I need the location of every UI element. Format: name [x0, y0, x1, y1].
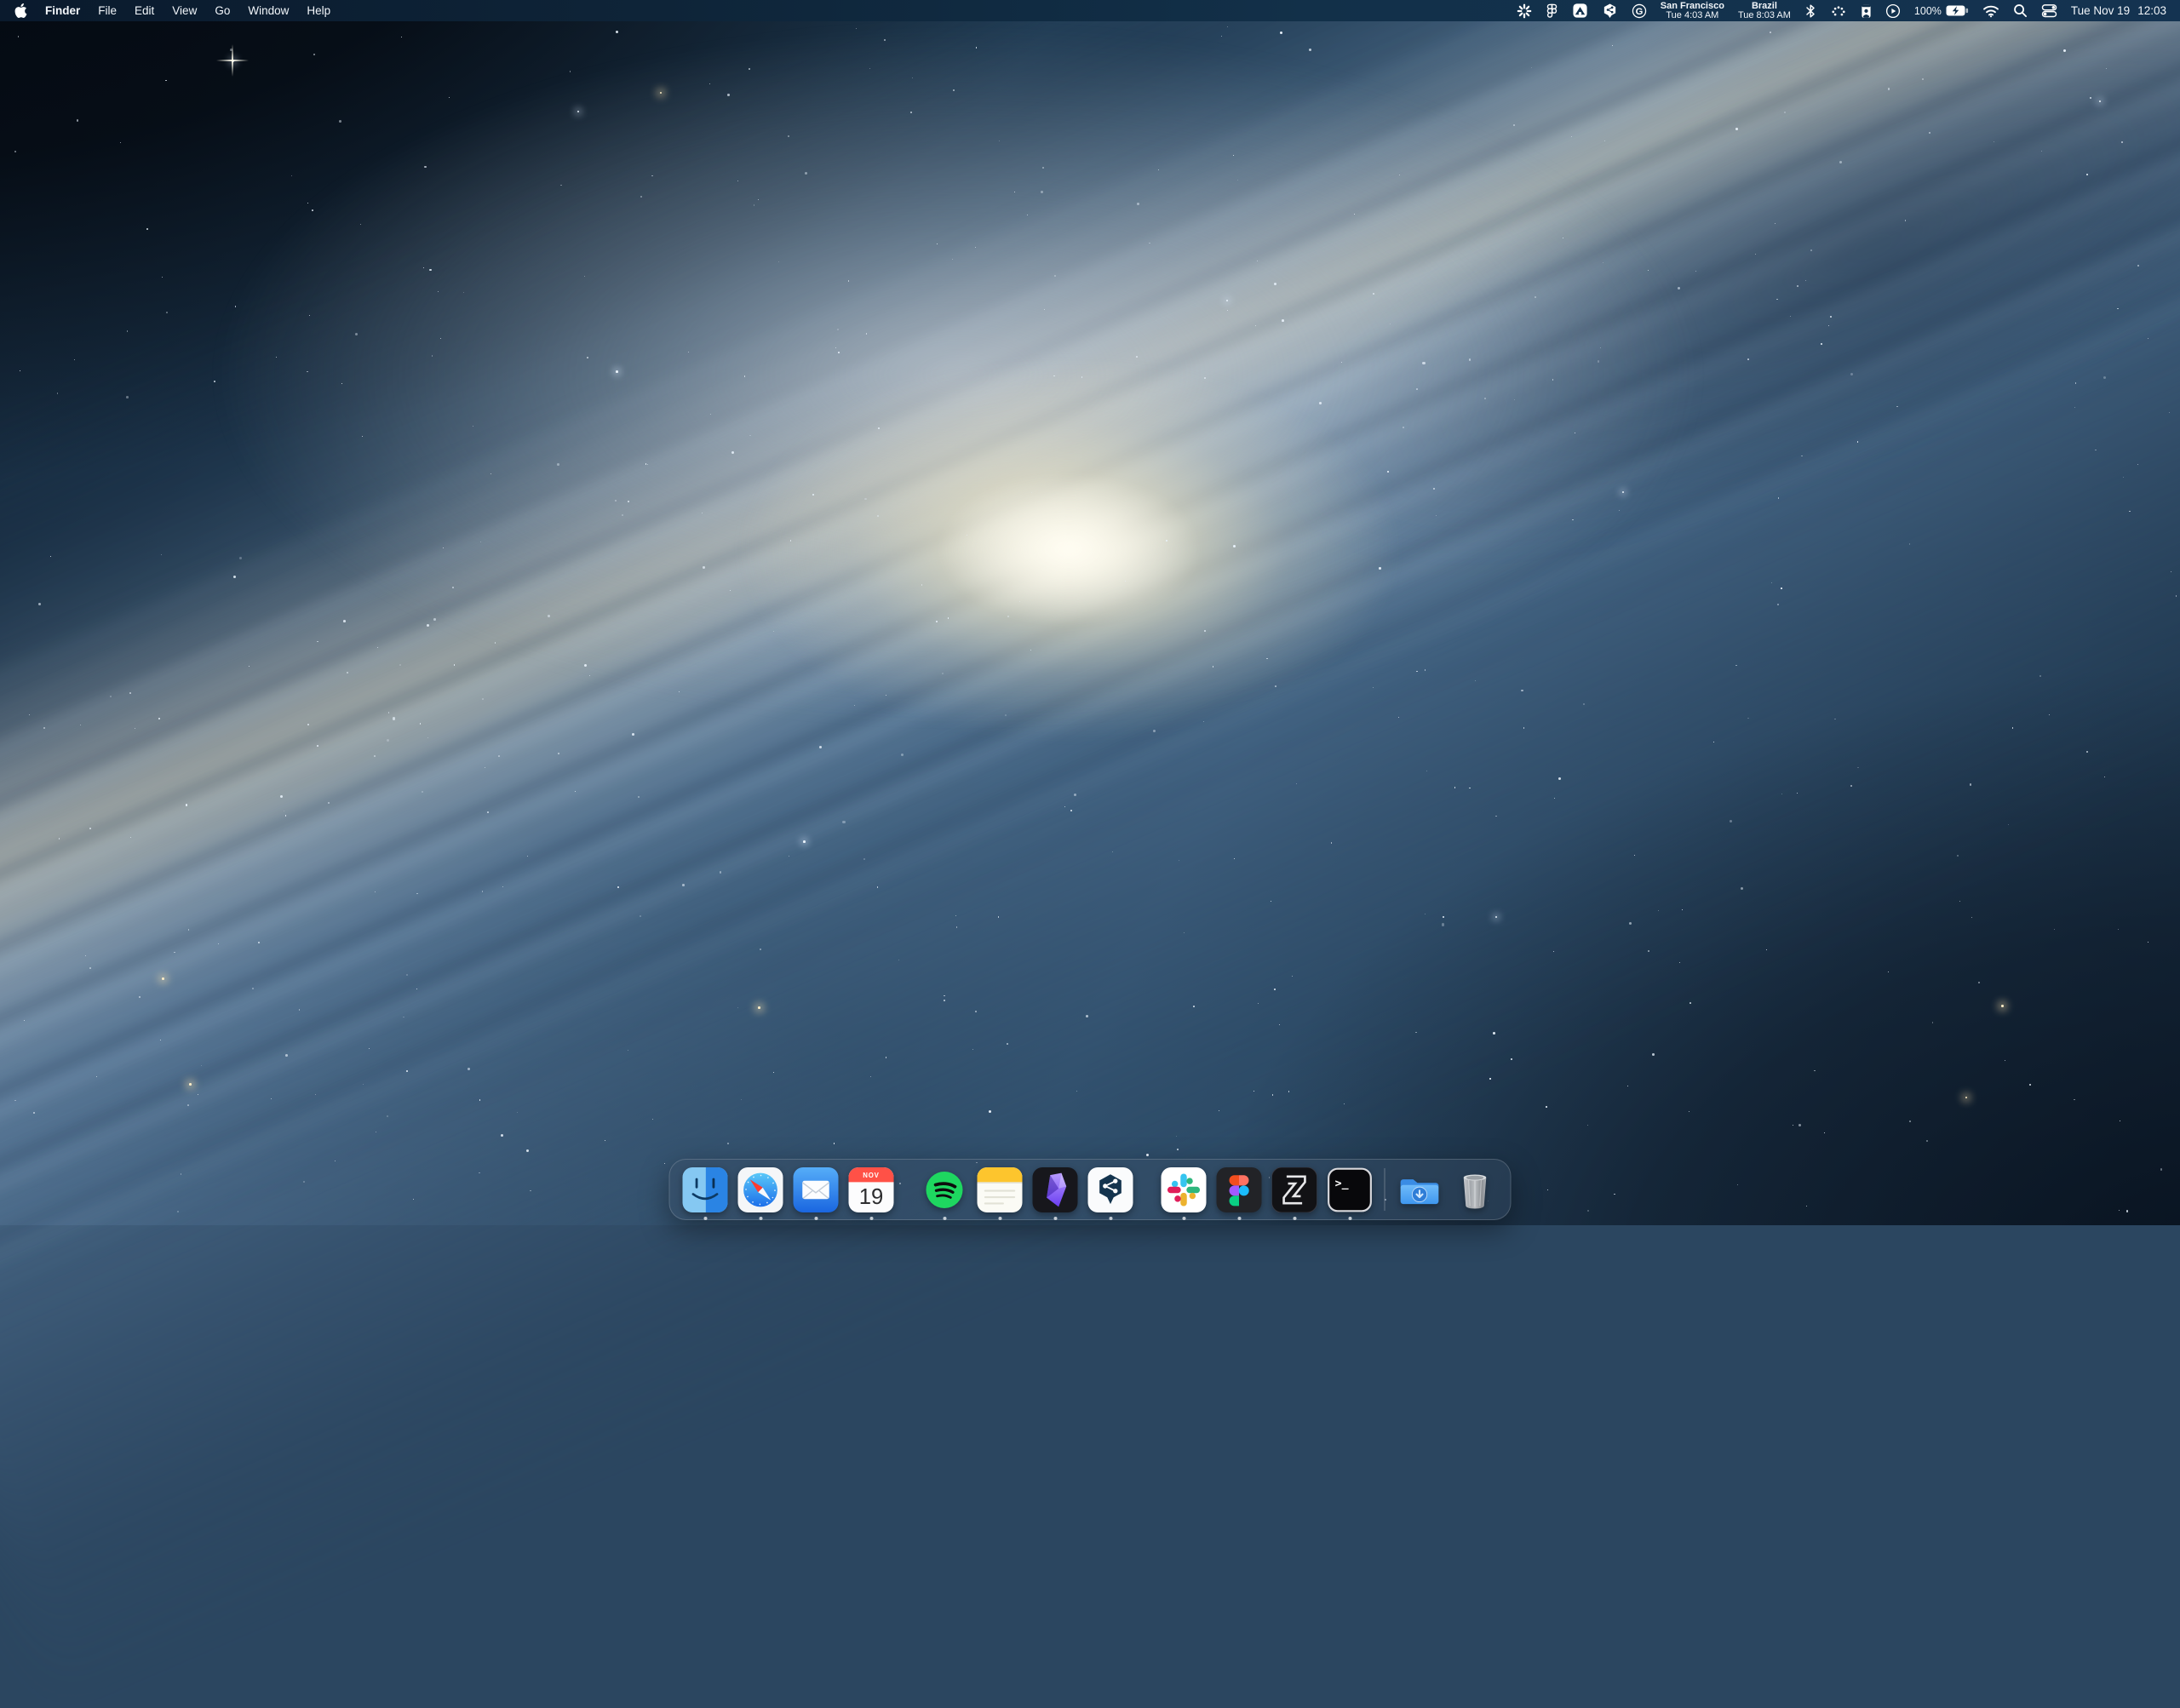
menu-edit[interactable]: Edit [135, 4, 154, 17]
menu-bar-clock[interactable]: Tue Nov 19 12:03 [2071, 4, 2166, 17]
menu-bar-status-area: G San Francisco Tue 4:03 AM Brazil Tue 8… [1517, 2, 2180, 20]
bluetooth-icon[interactable] [1804, 3, 1816, 19]
battery-indicator[interactable]: 100% [1914, 5, 1969, 17]
running-indicator [869, 1217, 873, 1220]
menu-bar-date: Tue Nov 19 [2071, 4, 2130, 17]
dock-app-obsidian[interactable] [1033, 1167, 1078, 1212]
dock-app-slack[interactable] [1162, 1167, 1207, 1212]
svg-text:G: G [1635, 6, 1643, 16]
notes-icon [978, 1167, 1023, 1212]
desktop-wallpaper [0, 0, 2180, 1225]
active-app-menu[interactable]: Finder [45, 4, 80, 17]
menu-bar-left: Finder File Edit View Go Window Help [0, 3, 330, 18]
terminal-icon: >_ [1328, 1167, 1373, 1212]
dock-app-terminal[interactable]: >_ [1328, 1167, 1373, 1212]
finder-icon [683, 1167, 728, 1212]
hexagon-share-icon[interactable] [1602, 3, 1618, 19]
figma-icon [1217, 1167, 1262, 1212]
dock-app-zed[interactable] [1272, 1167, 1317, 1212]
menu-go[interactable]: Go [215, 4, 230, 17]
figma-outline-icon[interactable] [1546, 3, 1558, 19]
running-indicator [703, 1217, 707, 1220]
control-center-icon[interactable] [2041, 3, 2057, 18]
dock-app-finder[interactable] [683, 1167, 728, 1212]
starfield [0, 0, 2180, 1225]
running-indicator [943, 1217, 946, 1220]
g-circle-icon[interactable]: G [1632, 3, 1647, 19]
world-clock-san-francisco[interactable]: San Francisco Tue 4:03 AM [1661, 2, 1724, 20]
downloads-folder-icon [1397, 1167, 1443, 1212]
running-indicator [1348, 1217, 1351, 1220]
battery-icon [1946, 5, 1969, 16]
calendar-icon: NOV 19 [849, 1167, 894, 1212]
spotlight-search-icon[interactable] [2013, 3, 2028, 18]
dock-trash[interactable] [1453, 1167, 1498, 1212]
slack-icon [1162, 1167, 1207, 1212]
menu-file[interactable]: File [98, 4, 117, 17]
dock-app-spotify[interactable] [922, 1167, 967, 1212]
running-indicator [1053, 1217, 1057, 1220]
dock-app-pop[interactable] [1088, 1167, 1133, 1212]
menu-help[interactable]: Help [307, 4, 330, 17]
apple-logo-icon [14, 3, 27, 18]
running-indicator [1293, 1217, 1296, 1220]
running-indicator [1182, 1217, 1185, 1220]
zed-icon [1272, 1167, 1317, 1212]
obsidian-icon [1033, 1167, 1078, 1212]
sunburst-icon[interactable] [1517, 3, 1532, 19]
dots-arc-icon[interactable] [1830, 4, 1847, 18]
running-indicator [814, 1217, 818, 1220]
running-indicator [1237, 1217, 1241, 1220]
triangle-app-icon[interactable] [1572, 3, 1588, 19]
svg-text:NOV: NOV [863, 1172, 880, 1179]
apple-menu[interactable] [14, 3, 27, 18]
running-indicator [1109, 1217, 1112, 1220]
svg-text:>_: >_ [1335, 1178, 1349, 1190]
dock-app-safari[interactable] [738, 1167, 783, 1212]
menu-bar: Finder File Edit View Go Window Help [0, 0, 2180, 21]
dock-folder-downloads[interactable] [1397, 1167, 1443, 1212]
dock-app-mail[interactable] [794, 1167, 839, 1212]
now-playing-icon[interactable] [1885, 3, 1901, 19]
trash-icon [1453, 1167, 1498, 1212]
mail-icon [794, 1167, 839, 1212]
menu-window[interactable]: Window [248, 4, 289, 17]
dock: NOV 19 [669, 1159, 1512, 1220]
wifi-icon[interactable] [1982, 4, 1999, 18]
svg-text:19: 19 [859, 1185, 884, 1209]
battery-percent: 100% [1914, 5, 1942, 17]
menu-bar-time: 12:03 [2137, 4, 2166, 17]
spotify-icon [922, 1167, 967, 1212]
dock-app-calendar[interactable]: NOV 19 [849, 1167, 894, 1212]
running-indicator [759, 1217, 762, 1220]
hexagon-share-bubble-icon [1088, 1167, 1133, 1212]
dock-app-figma[interactable] [1217, 1167, 1262, 1212]
menu-view[interactable]: View [172, 4, 197, 17]
world-clock-brazil[interactable]: Brazil Tue 8:03 AM [1738, 2, 1791, 20]
safari-icon [738, 1167, 783, 1212]
running-indicator [998, 1217, 1001, 1220]
iphone-mirroring-icon[interactable] [1861, 3, 1872, 19]
dock-app-notes[interactable] [978, 1167, 1023, 1212]
